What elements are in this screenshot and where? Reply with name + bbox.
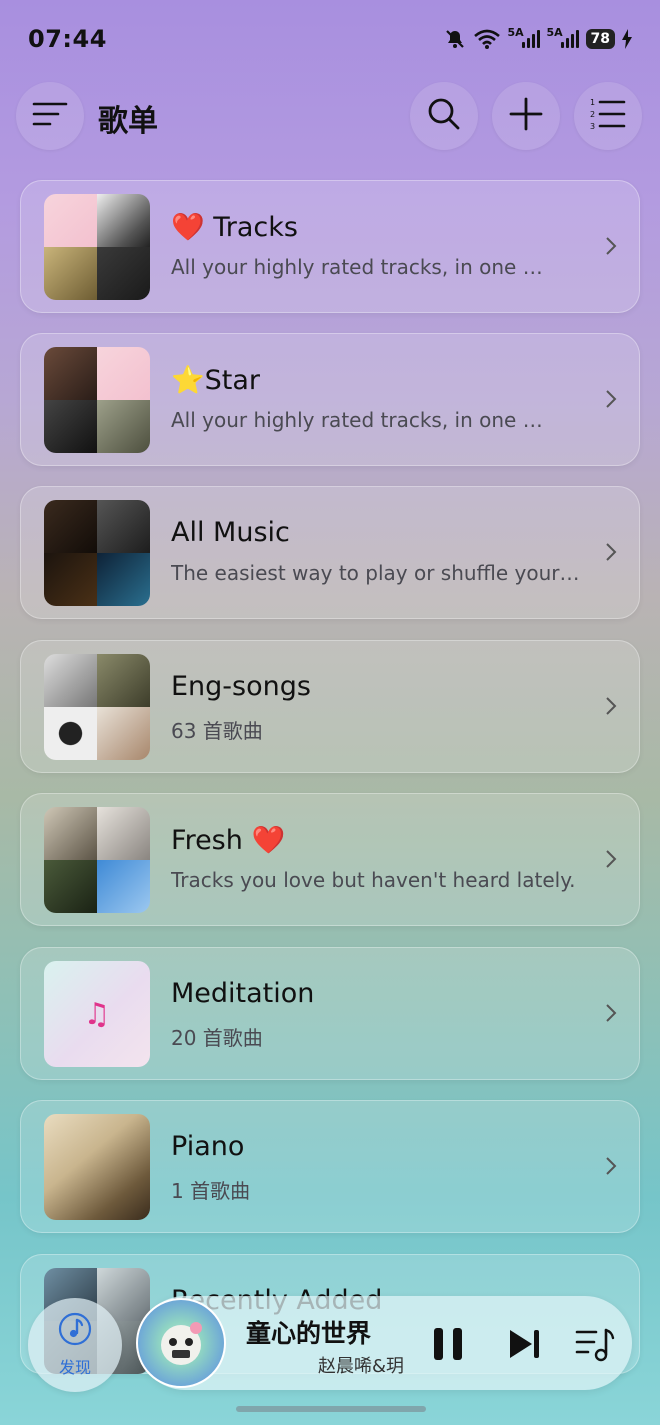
playlist-item-eng-songs[interactable]: Eng-songs 63 首歌曲	[20, 640, 640, 773]
status-bar: 07:44 5A 5A 78	[28, 22, 632, 56]
playlist-item-piano[interactable]: Piano 1 首歌曲	[20, 1100, 640, 1233]
menu-icon	[32, 100, 68, 132]
signal-sim1-icon: 5A	[508, 26, 540, 48]
playlist-title: Meditation	[171, 978, 315, 1009]
music-note-icon: ♫	[83, 996, 111, 1032]
playlist-cover	[44, 654, 150, 760]
playlist-cover	[44, 194, 150, 300]
playlist-cover: ♫	[44, 961, 150, 1067]
discover-tab-button[interactable]: 发现	[28, 1298, 122, 1392]
plus-icon	[508, 96, 544, 136]
playlist-title: All Music	[171, 517, 290, 548]
chevron-right-icon	[606, 390, 617, 408]
chevron-right-icon	[606, 543, 617, 561]
playlist-subtitle: 20 首歌曲	[171, 1026, 263, 1050]
playlist-subtitle: The easiest way to play or shuffle your…	[171, 561, 580, 585]
chevron-right-icon	[606, 1157, 617, 1175]
next-track-button[interactable]	[504, 1324, 544, 1368]
status-time: 07:44	[28, 25, 107, 53]
pause-icon	[428, 1328, 468, 1368]
playlist-cover	[44, 500, 150, 606]
playlist-cover	[44, 1114, 150, 1220]
playlist-queue-icon	[574, 1328, 616, 1368]
battery-level: 78	[585, 29, 615, 49]
sim2-label: 5A	[546, 26, 563, 39]
playlist-subtitle: All your highly rated tracks, in one …	[171, 255, 543, 279]
signal-sim2-icon: 5A	[547, 26, 579, 48]
now-playing-artist: 赵晨唏&玥	[318, 1356, 405, 1377]
playlist-subtitle: Tracks you love but haven't heard lately…	[171, 868, 576, 892]
page-title: 歌单	[98, 104, 158, 139]
playlist-subtitle: All your highly rated tracks, in one …	[171, 408, 543, 432]
header: 歌单 1 2 3	[16, 82, 644, 150]
chevron-right-icon	[606, 850, 617, 868]
playlist-subtitle: 1 首歌曲	[171, 1179, 251, 1203]
playlist-title: ⭐Star	[171, 365, 260, 396]
discover-label: 发现	[58, 1358, 91, 1377]
now-playing-album-art[interactable]	[136, 1298, 226, 1388]
playlist-cover	[44, 347, 150, 453]
chevron-right-icon	[606, 1004, 617, 1022]
playlist-item-all-music[interactable]: All Music The easiest way to play or shu…	[20, 486, 640, 619]
playlist-cover	[44, 807, 150, 913]
status-icons: 5A 5A 78	[444, 26, 632, 50]
svg-text:2: 2	[590, 110, 595, 119]
playlist-title: ❤️ Tracks	[171, 212, 298, 243]
playlist-item-tracks[interactable]: ❤️ Tracks All your highly rated tracks, …	[20, 180, 640, 313]
playlist-title: Eng-songs	[171, 671, 311, 702]
svg-text:3: 3	[590, 122, 595, 131]
wifi-icon	[473, 28, 501, 50]
bell-muted-icon	[444, 28, 466, 50]
playlist-item-meditation[interactable]: ♫ Meditation 20 首歌曲	[20, 947, 640, 1080]
menu-button[interactable]	[16, 82, 84, 150]
add-playlist-button[interactable]	[492, 82, 560, 150]
now-playing-bar[interactable]: 童心的世界 赵晨唏&玥	[136, 1296, 632, 1390]
sort-list-button[interactable]: 1 2 3	[574, 82, 642, 150]
music-note-icon	[58, 1312, 92, 1350]
home-indicator[interactable]	[236, 1406, 426, 1412]
svg-text:1: 1	[590, 98, 595, 107]
playlist-title: Piano	[171, 1131, 245, 1162]
skip-next-icon	[504, 1330, 544, 1368]
now-playing-title: 童心的世界	[246, 1319, 372, 1348]
playlist-item-fresh[interactable]: Fresh ❤️ Tracks you love but haven't hea…	[20, 793, 640, 926]
chevron-right-icon	[606, 697, 617, 715]
sim1-label: 5A	[507, 26, 524, 39]
queue-button[interactable]	[574, 1324, 616, 1368]
playlist-title: Fresh ❤️	[171, 825, 286, 856]
playlist-item-star[interactable]: ⭐Star All your highly rated tracks, in o…	[20, 333, 640, 466]
search-icon	[426, 96, 462, 136]
chevron-right-icon	[606, 237, 617, 255]
playlist-subtitle: 63 首歌曲	[171, 719, 263, 743]
pause-button[interactable]	[428, 1324, 468, 1368]
numbered-list-icon: 1 2 3	[590, 96, 626, 136]
search-button[interactable]	[410, 82, 478, 150]
charging-icon	[622, 29, 632, 49]
